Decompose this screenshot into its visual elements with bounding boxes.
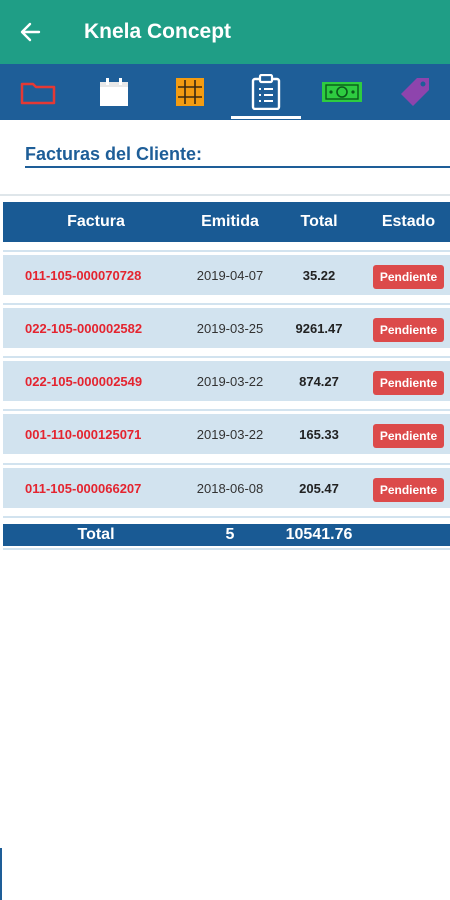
tag-icon — [401, 78, 429, 106]
header-emitida: Emitida — [201, 213, 259, 230]
invoice-number[interactable]: 022-105-000002549 — [3, 361, 189, 401]
row-divider — [3, 516, 450, 518]
clipboard-icon — [251, 74, 281, 110]
app-bar: Knela Concept — [0, 0, 450, 64]
invoice-total: 165.33 — [299, 426, 339, 442]
invoice-total: 35.22 — [302, 267, 336, 283]
section-title: Facturas del Cliente: — [25, 144, 203, 164]
edge-accent — [0, 848, 2, 900]
tab-bar — [0, 64, 450, 120]
back-button[interactable] — [0, 0, 60, 64]
table-row[interactable]: 001-110-000125071 2019-03-22 165.33 Pend… — [3, 414, 450, 454]
invoice-total: 9261.47 — [295, 320, 343, 336]
table-row[interactable]: 022-105-000002582 2019-03-25 9261.47 Pen… — [3, 308, 450, 348]
footer-count: 5 — [225, 526, 235, 543]
invoice-total: 205.47 — [299, 480, 339, 496]
table-row[interactable]: 022-105-000002549 2019-03-22 874.27 Pend… — [3, 361, 450, 401]
tab-folder[interactable] — [0, 64, 76, 120]
row-divider — [3, 409, 450, 411]
arrow-left-icon — [20, 22, 41, 42]
invoice-number[interactable]: 011-105-000070728 — [3, 255, 189, 295]
table-footer: Total 5 10541.76 — [3, 524, 450, 546]
status-badge: Pendiente — [372, 424, 445, 448]
header-total: Total — [300, 213, 338, 230]
calendar-icon — [100, 78, 128, 106]
grid-icon — [176, 78, 204, 106]
divider — [0, 194, 450, 196]
header-factura: Factura — [67, 213, 125, 230]
cash-icon — [322, 82, 362, 102]
status-badge: Pendiente — [372, 318, 445, 342]
invoice-number[interactable]: 001-110-000125071 — [3, 414, 189, 454]
row-divider — [3, 303, 450, 305]
invoice-date: 2019-03-22 — [196, 373, 264, 389]
row-divider — [3, 250, 450, 252]
row-divider — [3, 356, 450, 358]
section-underline — [25, 166, 450, 168]
status-badge: Pendiente — [372, 371, 445, 395]
invoice-date: 2018-06-08 — [196, 480, 264, 496]
invoice-date: 2019-04-07 — [196, 267, 264, 283]
row-divider — [3, 463, 450, 465]
invoice-date: 2019-03-22 — [196, 426, 264, 442]
header-estado: Estado — [381, 213, 436, 230]
invoice-date: 2019-03-25 — [196, 320, 264, 336]
table-header: Factura Emitida Total Estado — [3, 202, 450, 242]
tab-grid[interactable] — [152, 64, 228, 120]
status-badge: Pendiente — [372, 265, 445, 289]
table-row[interactable]: 011-105-000070728 2019-04-07 35.22 Pendi… — [3, 255, 450, 295]
invoice-number[interactable]: 011-105-000066207 — [3, 468, 189, 508]
invoice-total: 874.27 — [299, 373, 339, 389]
tab-clipboard[interactable] — [228, 64, 304, 120]
tab-cash[interactable] — [304, 64, 380, 120]
app-title: Knela Concept — [84, 20, 232, 43]
invoice-number[interactable]: 022-105-000002582 — [3, 308, 189, 348]
tab-calendar[interactable] — [76, 64, 152, 120]
table-row[interactable]: 011-105-000066207 2018-06-08 205.47 Pend… — [3, 468, 450, 508]
footer-sum: 10541.76 — [285, 526, 353, 543]
footer-divider — [3, 548, 450, 550]
footer-total-label: Total — [77, 526, 115, 543]
tab-tag[interactable] — [380, 64, 450, 120]
folder-icon — [20, 82, 56, 105]
status-badge: Pendiente — [372, 478, 445, 502]
